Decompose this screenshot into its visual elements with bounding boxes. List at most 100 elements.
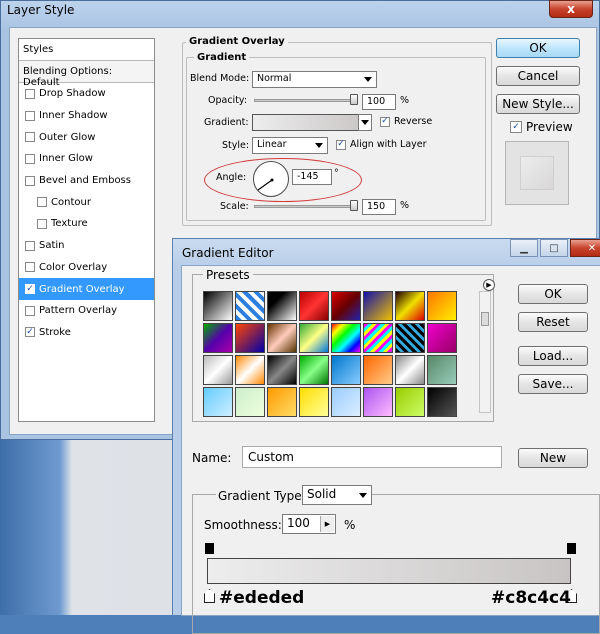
checkbox-icon[interactable] <box>37 218 47 229</box>
checkbox-icon[interactable] <box>25 153 35 164</box>
preset-swatch[interactable] <box>235 291 265 321</box>
close-button[interactable]: x <box>549 0 593 18</box>
preset-swatch[interactable] <box>267 323 297 353</box>
preset-swatch[interactable] <box>395 323 425 353</box>
preview-checkbox[interactable]: ✓ Preview <box>510 120 573 134</box>
style-item[interactable]: Contour <box>19 191 154 213</box>
new-button[interactable]: New <box>518 448 588 468</box>
checkbox-checked-icon[interactable]: ✓ <box>25 284 35 295</box>
gradient-type-select[interactable]: Solid <box>302 485 372 505</box>
preset-swatch[interactable] <box>331 291 361 321</box>
preset-swatch[interactable] <box>427 291 457 321</box>
maximize-button[interactable]: □ <box>540 239 568 257</box>
smoothness-stepper[interactable]: ▶ <box>320 516 334 532</box>
reverse-label: Reverse <box>394 116 433 127</box>
checkbox-icon[interactable] <box>25 88 35 99</box>
smoothness-value: 100 <box>287 516 310 530</box>
align-with-layer-checkbox[interactable]: ✓ Align with Layer <box>336 139 427 150</box>
preset-swatch[interactable] <box>331 323 361 353</box>
checkbox-icon[interactable] <box>25 262 35 273</box>
checkbox-icon[interactable] <box>25 240 35 251</box>
opacity-input[interactable]: 100 <box>362 94 396 110</box>
preset-swatch[interactable] <box>203 387 233 417</box>
gradient-bar[interactable] <box>207 558 571 584</box>
name-input[interactable]: Custom <box>242 446 502 468</box>
scale-input[interactable]: 150 <box>362 199 396 215</box>
reverse-checkbox[interactable]: ✓ Reverse <box>380 116 432 127</box>
style-item[interactable]: ✓ Gradient Overlay <box>19 278 154 300</box>
ge-ok-button[interactable]: OK <box>518 284 588 304</box>
preset-swatch[interactable] <box>427 355 457 385</box>
checkbox-icon[interactable] <box>25 110 35 121</box>
preset-swatch[interactable] <box>395 355 425 385</box>
opacity-slider[interactable] <box>254 99 354 102</box>
preset-swatch[interactable] <box>331 355 361 385</box>
preset-swatch[interactable] <box>363 323 393 353</box>
preset-swatch[interactable] <box>363 291 393 321</box>
style-item-label: Texture <box>51 218 88 230</box>
gradient-dropdown[interactable] <box>358 114 372 131</box>
preset-swatch[interactable] <box>299 291 329 321</box>
checkbox-icon[interactable] <box>37 197 47 208</box>
cancel-button[interactable]: Cancel <box>496 66 580 86</box>
preset-swatch[interactable] <box>235 387 265 417</box>
preset-swatch[interactable] <box>299 387 329 417</box>
checkbox-icon[interactable] <box>25 305 35 316</box>
opacity-slider-thumb[interactable] <box>350 94 358 105</box>
preset-swatch[interactable] <box>203 355 233 385</box>
style-item[interactable]: ✓ Stroke <box>19 322 154 344</box>
checkbox-icon[interactable] <box>25 175 35 186</box>
preset-swatch[interactable] <box>299 323 329 353</box>
style-item-label: Inner Glow <box>39 153 93 165</box>
style-item[interactable]: Bevel and Emboss <box>19 170 154 192</box>
presets-scrollbar[interactable] <box>479 291 491 413</box>
style-item[interactable]: Color Overlay <box>19 257 154 279</box>
style-item[interactable]: Texture <box>19 213 154 235</box>
preset-swatch[interactable] <box>427 323 457 353</box>
preset-swatch[interactable] <box>203 291 233 321</box>
preset-swatch[interactable] <box>395 387 425 417</box>
blend-mode-select[interactable]: Normal <box>252 71 377 88</box>
load-button[interactable]: Load... <box>518 346 588 366</box>
scale-slider-thumb[interactable] <box>350 200 358 211</box>
style-item[interactable]: Inner Shadow <box>19 105 154 127</box>
scale-slider[interactable] <box>254 205 354 208</box>
save-button[interactable]: Save... <box>518 374 588 394</box>
presets-menu-button[interactable]: ▶ <box>483 279 495 291</box>
angle-input[interactable]: -145 <box>292 169 332 185</box>
checkbox-icon[interactable] <box>25 132 35 143</box>
preset-swatch[interactable] <box>299 355 329 385</box>
checkbox-checked-icon[interactable]: ✓ <box>25 327 35 338</box>
styles-list: Styles Blending Options: Default Drop Sh… <box>18 38 155 422</box>
preset-swatch[interactable] <box>427 387 457 417</box>
angle-dial[interactable] <box>253 161 289 197</box>
preset-swatch[interactable] <box>235 355 265 385</box>
reset-button[interactable]: Reset <box>518 312 588 332</box>
preset-swatch[interactable] <box>363 355 393 385</box>
preset-swatch[interactable] <box>267 387 297 417</box>
preset-swatch[interactable] <box>267 355 297 385</box>
preset-swatch[interactable] <box>267 291 297 321</box>
style-select[interactable]: Linear <box>252 137 328 154</box>
preset-swatch[interactable] <box>363 387 393 417</box>
blending-options-item[interactable]: Blending Options: Default <box>19 61 154 88</box>
minimize-button[interactable]: ▁ <box>510 239 538 257</box>
preset-swatch[interactable] <box>235 323 265 353</box>
styles-header[interactable]: Styles <box>19 39 154 61</box>
scrollbar-thumb[interactable] <box>481 312 489 326</box>
style-item[interactable]: Satin <box>19 235 154 257</box>
opacity-stop-left[interactable] <box>205 543 214 554</box>
style-item[interactable]: Pattern Overlay <box>19 300 154 322</box>
style-item[interactable]: Outer Glow <box>19 126 154 148</box>
preset-swatch[interactable] <box>331 387 361 417</box>
right-color-hex: #c8c4c4 <box>491 588 571 608</box>
new-style-button[interactable]: New Style... <box>496 94 580 114</box>
preset-swatch[interactable] <box>203 323 233 353</box>
close-button[interactable]: ✕ <box>570 239 600 257</box>
style-label: Style: <box>222 140 250 151</box>
preset-swatch[interactable] <box>395 291 425 321</box>
opacity-stop-right[interactable] <box>567 543 576 554</box>
gradient-preview-swatch[interactable] <box>252 114 370 131</box>
style-item[interactable]: Inner Glow <box>19 148 154 170</box>
ok-button[interactable]: OK <box>496 38 580 58</box>
